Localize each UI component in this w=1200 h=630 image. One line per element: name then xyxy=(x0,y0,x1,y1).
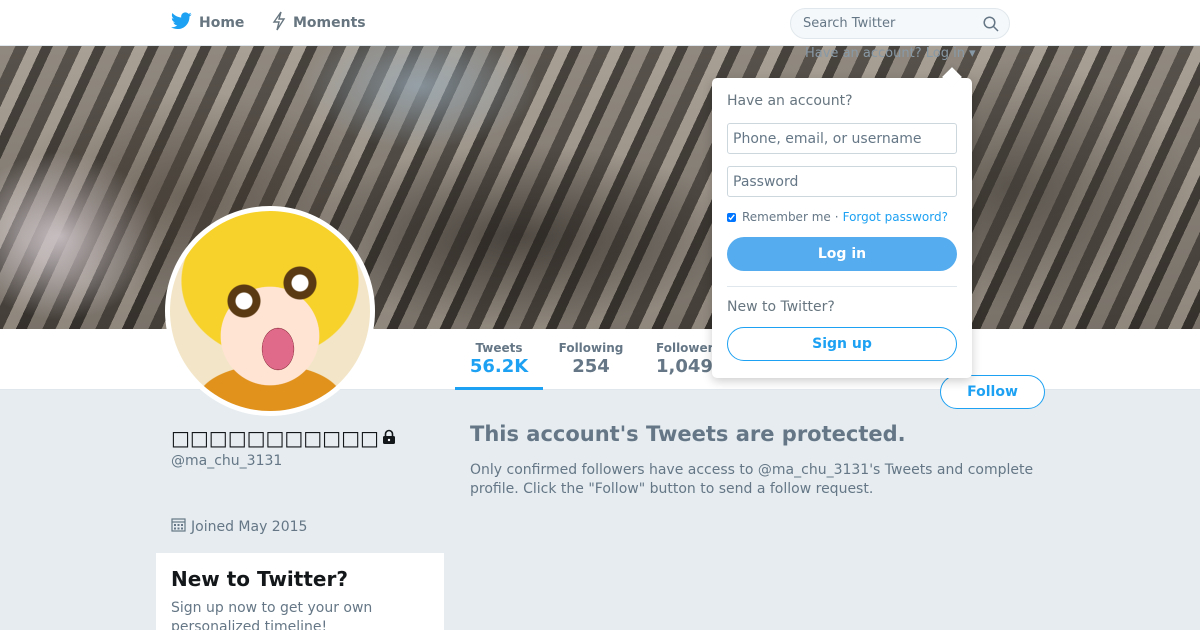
search-box xyxy=(790,8,1010,39)
signup-card: New to Twitter? Sign up now to get your … xyxy=(156,553,444,630)
stat-tweets-label: Tweets xyxy=(475,341,523,355)
nav-moments[interactable]: Moments xyxy=(272,11,366,35)
stat-tweets[interactable]: Tweets 56.2K xyxy=(455,341,543,390)
stat-following-label: Following xyxy=(558,341,624,355)
avatar-image xyxy=(170,211,370,411)
search-input[interactable] xyxy=(803,16,973,31)
login-button[interactable]: Log in xyxy=(727,237,957,271)
avatar[interactable] xyxy=(165,206,375,416)
stat-following[interactable]: Following 254 xyxy=(556,341,626,377)
profile-name: □□□□□□□□□□□ xyxy=(171,426,397,450)
signup-card-title: New to Twitter? xyxy=(171,567,348,591)
profile-handle: @ma_chu_3131 xyxy=(171,453,283,469)
stat-following-value: 254 xyxy=(572,356,610,377)
nav-home[interactable]: Home xyxy=(171,12,244,34)
signup-button[interactable]: Sign up xyxy=(727,327,957,361)
lightning-bolt-icon xyxy=(272,11,286,35)
separator-dot: · xyxy=(834,210,839,224)
dropdown-divider xyxy=(727,286,957,287)
joined-date-text: Joined May 2015 xyxy=(191,518,308,535)
top-navigation: Home Moments xyxy=(0,0,1200,46)
remember-me-checkbox[interactable] xyxy=(727,212,736,222)
login-toggle[interactable]: Have an account? Log in ▾ xyxy=(805,46,976,61)
nav-moments-label: Moments xyxy=(293,15,366,31)
nav-home-label: Home xyxy=(199,15,245,31)
protected-title: This account's Tweets are protected. xyxy=(470,422,906,446)
twitter-bird-icon xyxy=(171,12,192,34)
profile-name-text: □□□□□□□□□□□ xyxy=(171,426,379,450)
login-heading: Have an account? xyxy=(727,93,853,109)
username-field[interactable] xyxy=(727,123,957,154)
signup-card-body: Sign up now to get your own personalized… xyxy=(171,600,373,630)
remember-me-label[interactable]: Remember me xyxy=(742,210,831,224)
forgot-password-link[interactable]: Forgot password? xyxy=(843,210,948,224)
login-dropdown: Have an account? Remember me · Forgot pa… xyxy=(712,78,972,378)
joined-date: Joined May 2015 xyxy=(171,517,307,536)
new-to-twitter-heading: New to Twitter? xyxy=(727,299,835,315)
stat-tweets-value: 56.2K xyxy=(469,356,529,377)
calendar-icon xyxy=(171,517,186,536)
remember-row: Remember me · Forgot password? xyxy=(727,210,957,224)
search-icon[interactable] xyxy=(983,16,999,36)
password-field[interactable] xyxy=(727,166,957,197)
follow-button[interactable]: Follow xyxy=(940,375,1045,409)
protected-body: Only confirmed followers have access to … xyxy=(470,462,1034,497)
lock-icon xyxy=(381,426,397,450)
